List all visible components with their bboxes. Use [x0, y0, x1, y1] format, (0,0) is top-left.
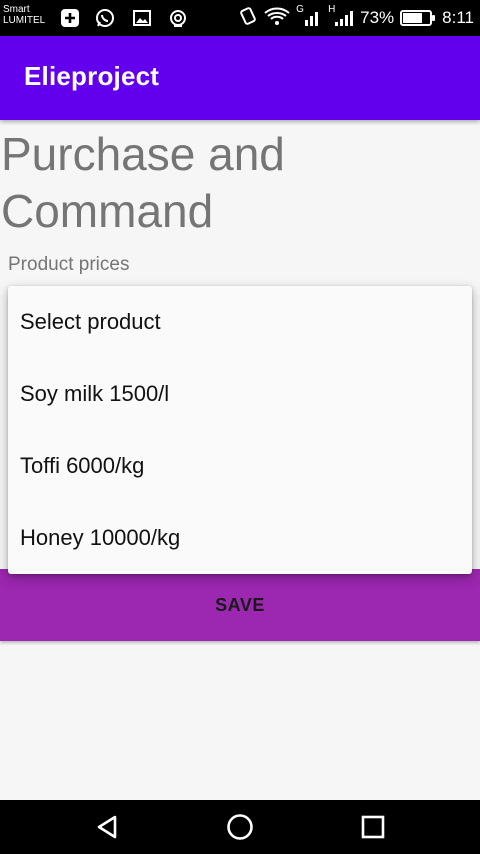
recents-button[interactable]: [356, 810, 390, 844]
vibrate-icon: [238, 6, 258, 31]
home-button[interactable]: [223, 810, 257, 844]
dropdown-option-toffi[interactable]: Toffi 6000/kg: [8, 430, 472, 502]
dropdown-option-honey[interactable]: Honey 10000/kg: [8, 502, 472, 574]
wifi-icon: [264, 6, 290, 31]
app-title: Elieproject: [24, 61, 160, 91]
recents-icon: [361, 815, 385, 839]
image-icon: [131, 8, 153, 28]
status-bar: Smart LUMITEL G H 73% 8:11: [0, 0, 480, 36]
product-prices-label: Product prices: [8, 254, 130, 275]
status-time: 8:11: [442, 8, 474, 27]
back-button[interactable]: [90, 810, 124, 844]
dropdown-option-select-product[interactable]: Select product: [8, 286, 472, 358]
app-bar: Elieproject: [0, 36, 480, 120]
network-h-label: H: [328, 4, 336, 15]
status-right-group: G H 73% 8:11: [238, 0, 474, 36]
save-button[interactable]: SAVE: [0, 569, 480, 641]
back-icon: [97, 815, 117, 839]
signal-h-icon: H: [328, 4, 354, 30]
battery-percent: 73%: [360, 8, 395, 27]
battery-fill: [403, 13, 423, 23]
network-g-label: G: [296, 4, 304, 15]
screen: Smart LUMITEL G H 73% 8:11 Elieproject P…: [0, 0, 480, 854]
battery-icon: [400, 10, 436, 26]
home-icon: [227, 814, 253, 840]
plus-notification-icon: [59, 8, 81, 28]
dropdown-option-soy-milk[interactable]: Soy milk 1500/l: [8, 358, 472, 430]
page-title: Purchase and Command: [1, 128, 285, 237]
whatsapp-icon: [94, 8, 116, 28]
product-dropdown-menu: Select product Soy milk 1500/l Toffi 600…: [8, 286, 472, 574]
carrier-line-2: LUMITEL: [3, 15, 46, 26]
carrier-line-1: Smart: [3, 4, 30, 15]
carrier-label: Smart LUMITEL: [3, 4, 45, 26]
signal-g-icon: G: [296, 4, 322, 30]
navigation-bar: [0, 800, 480, 854]
sync-icon: [167, 8, 189, 28]
